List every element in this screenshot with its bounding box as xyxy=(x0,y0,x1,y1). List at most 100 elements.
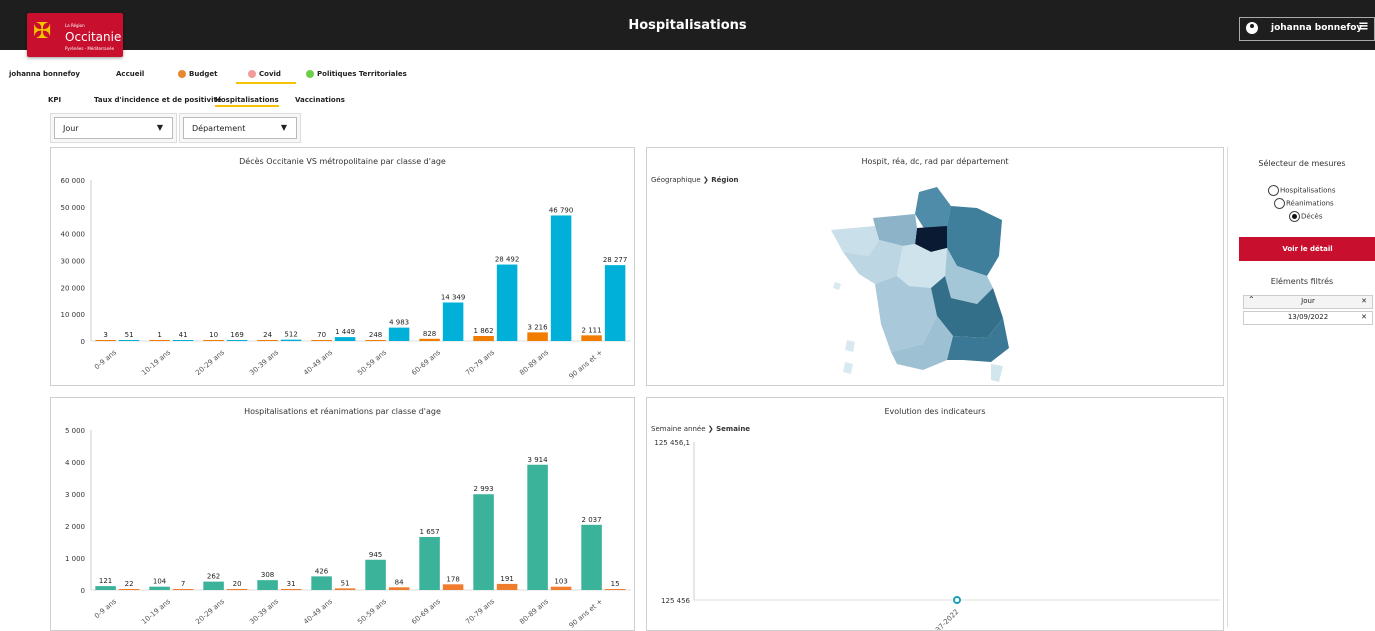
bar-value-label: 22 xyxy=(125,580,134,588)
map-panel: Hospit, réa, dc, rad par département Géo… xyxy=(646,147,1224,386)
bar xyxy=(388,327,410,341)
bar xyxy=(149,340,170,341)
bar-value-label: 10 xyxy=(209,331,218,339)
bar xyxy=(419,536,440,590)
bar-value-label: 169 xyxy=(230,331,243,339)
bar-value-label: 3 xyxy=(103,331,107,339)
logo-subtext: Pyrénées - Méditerranée xyxy=(65,46,115,51)
bar xyxy=(604,265,626,341)
bar xyxy=(473,494,494,590)
bar-value-label: 2 993 xyxy=(474,485,494,493)
nav-politiques-territoriales[interactable]: Politiques Territoriales xyxy=(306,70,407,78)
virus-icon xyxy=(248,70,256,78)
x-tick-label: 20-29 ans xyxy=(194,597,226,626)
bar-value-label: 248 xyxy=(369,331,382,339)
bar-value-label: 104 xyxy=(153,578,167,586)
nav-covid[interactable]: Covid xyxy=(248,70,281,78)
bar xyxy=(95,586,116,590)
map-region-corse[interactable] xyxy=(991,364,1003,382)
map-region-overseas-1[interactable] xyxy=(845,340,855,352)
map-region-overseas-2[interactable] xyxy=(843,362,853,374)
nav-budget[interactable]: Budget xyxy=(178,70,217,78)
x-tick-label: 20-29 ans xyxy=(194,348,226,377)
bar xyxy=(149,586,170,590)
view-detail-button[interactable]: Voir le détail xyxy=(1239,237,1375,261)
x-tick-label: 90 ans et + xyxy=(568,348,605,380)
bar-value-label: 41 xyxy=(179,331,188,339)
tab-taux-incidence[interactable]: Taux d'incidence et de positivité xyxy=(94,96,222,104)
bar xyxy=(257,580,278,590)
nav-user[interactable]: johanna bonnefoy xyxy=(9,70,80,78)
tab-hospitalisations[interactable]: Hospitalisations xyxy=(215,96,279,107)
y-tick-label: 2 000 xyxy=(65,523,85,531)
map-region-hauts-de-france[interactable] xyxy=(915,187,951,230)
y-tick-label: 20 000 xyxy=(61,284,86,292)
bar-value-label: 1 449 xyxy=(335,328,355,336)
tab-vaccinations[interactable]: Vaccinations xyxy=(295,96,345,104)
bar xyxy=(527,332,548,341)
radio-selected-icon xyxy=(1289,211,1300,222)
dropdown-arrow-icon: ▼ xyxy=(280,123,287,132)
remove-filter-icon[interactable]: ✕ xyxy=(1361,313,1367,321)
bar-value-label: 262 xyxy=(207,573,220,581)
radio-label: Réanimations xyxy=(1286,199,1334,208)
tab-kpi[interactable]: KPI xyxy=(48,96,61,104)
map-region-bretagne[interactable] xyxy=(831,226,879,256)
bar xyxy=(172,340,194,341)
hamburger-menu-icon[interactable]: ≡ xyxy=(1358,19,1369,34)
filter-value-row[interactable]: 13/09/2022 ✕ xyxy=(1243,311,1373,325)
measures-panel: Sélecteur de mesures Hospitalisations Ré… xyxy=(1227,147,1375,627)
bar-value-label: 3 914 xyxy=(528,456,549,464)
nav-covid-label: Covid xyxy=(259,70,281,78)
bar xyxy=(334,337,356,341)
geo-select[interactable]: Département ▼ xyxy=(183,117,297,139)
bar xyxy=(365,559,386,590)
evolution-line-chart: 125 456125 456,137-2022 xyxy=(654,439,1220,630)
x-tick-label: 0-9 ans xyxy=(93,348,118,371)
evolution-panel: Evolution des indicateurs Semaine année … xyxy=(646,397,1224,631)
bar xyxy=(365,340,386,341)
x-tick-label: 80-89 ans xyxy=(518,348,550,377)
x-tick-label: 50-59 ans xyxy=(356,597,388,626)
map-region-island[interactable] xyxy=(833,282,841,290)
x-tick-label: 50-59 ans xyxy=(356,348,388,377)
user-menu-button[interactable]: johanna bonnefoy ≡ xyxy=(1239,17,1375,41)
bar xyxy=(442,584,464,590)
bar xyxy=(203,581,224,590)
bar-value-label: 121 xyxy=(99,577,112,585)
data-point xyxy=(953,596,961,604)
filter-field-row[interactable]: ⌃ Jour ✕ xyxy=(1243,295,1373,309)
x-tick-label: 60-69 ans xyxy=(410,348,442,377)
hospit-bar-chart: 0 1 000 2 000 3 000 4 000 5 000 121 22 0-9 ans 10… xyxy=(65,427,631,630)
radio-hospitalisations[interactable]: Hospitalisations xyxy=(1268,185,1336,196)
bar xyxy=(280,589,302,590)
page-title: Hospitalisations xyxy=(628,18,747,33)
x-tick-label: 10-19 ans xyxy=(140,348,172,377)
x-tick-label: 90 ans et + xyxy=(568,597,605,629)
y-tick-label: 5 000 xyxy=(65,427,85,435)
period-select[interactable]: Jour ▼ xyxy=(54,117,173,139)
bar-value-label: 426 xyxy=(315,567,329,575)
nav-accueil[interactable]: Accueil xyxy=(116,70,144,78)
bar-value-label: 31 xyxy=(287,580,296,588)
bar-value-label: 178 xyxy=(446,575,459,583)
radio-deces[interactable]: Décès xyxy=(1289,211,1323,222)
x-tick-label: 70-79 ans xyxy=(464,348,496,377)
remove-filter-icon[interactable]: ✕ xyxy=(1361,297,1367,305)
bar xyxy=(496,264,518,341)
france-choropleth-map[interactable] xyxy=(647,148,1223,385)
x-tick-label: 60-69 ans xyxy=(410,597,442,626)
x-tick-label: 80-89 ans xyxy=(518,597,550,626)
bar-value-label: 51 xyxy=(125,331,134,339)
deaths-bar-chart: 0 10 000 20 000 30 000 40 000 50 000 60 000 3 51… xyxy=(61,177,631,381)
bar xyxy=(604,589,626,590)
y-tick-label: 125 456,1 xyxy=(654,439,690,447)
bar xyxy=(280,339,302,341)
bar xyxy=(442,302,464,341)
radio-reanimations[interactable]: Réanimations xyxy=(1274,198,1334,209)
bar xyxy=(226,340,248,341)
map-region-normandie[interactable] xyxy=(873,192,919,246)
x-tick-label: 40-49 ans xyxy=(302,597,334,626)
y-tick-label: 125 456 xyxy=(661,597,690,605)
deaths-chart-panel: Décès Occitanie VS métropolitaine par cl… xyxy=(50,147,635,386)
